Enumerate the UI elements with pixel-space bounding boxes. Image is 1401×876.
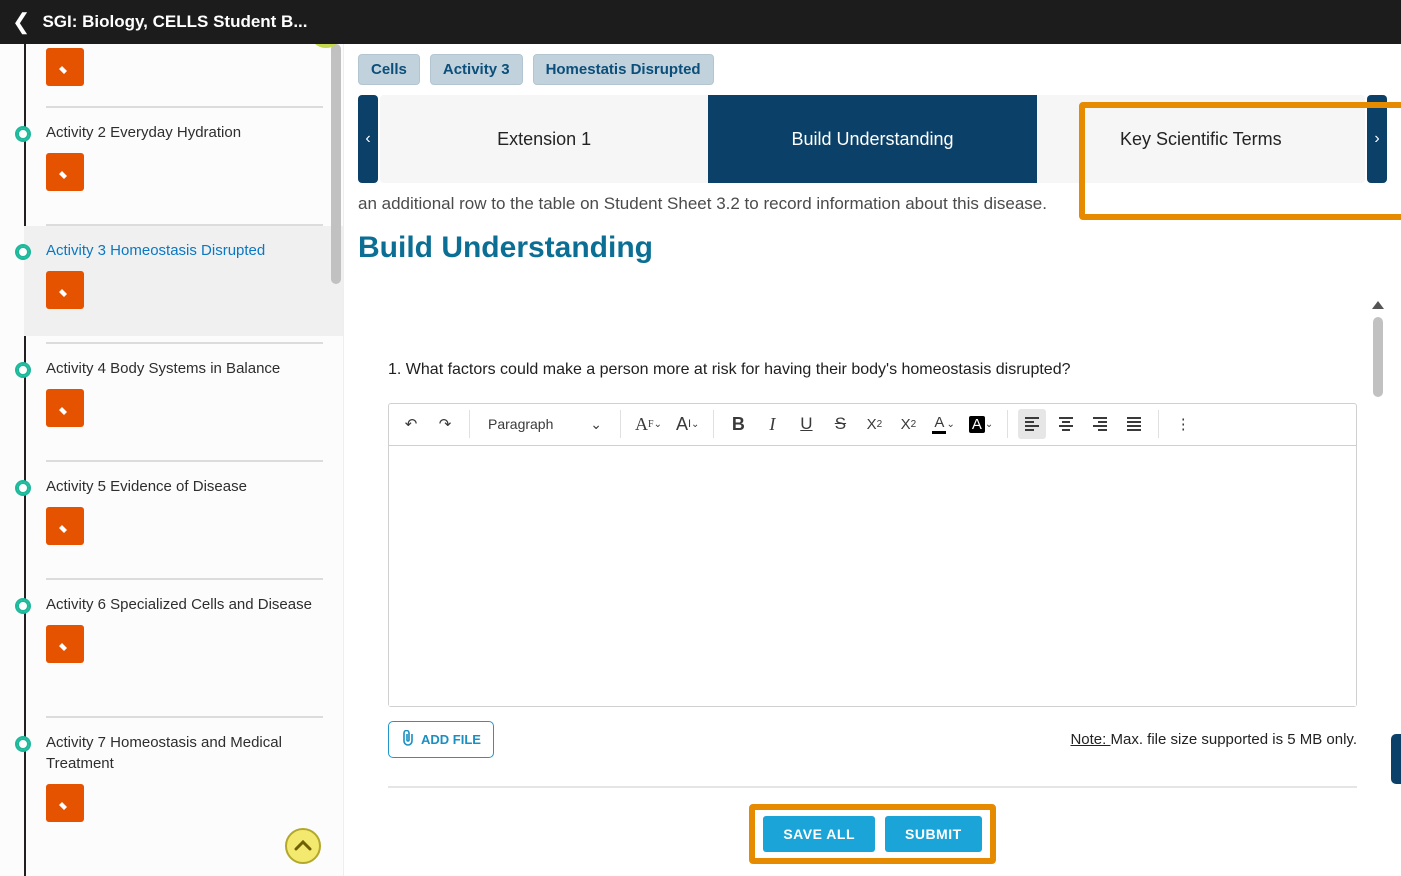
font-size-icon[interactable]: AI ⌄ (672, 409, 703, 439)
align-justify-icon[interactable] (1120, 409, 1148, 439)
activity-icon (46, 389, 84, 427)
bold-icon[interactable]: B (724, 409, 752, 439)
activity-icon (46, 784, 84, 822)
section-heading: Build Understanding (358, 231, 1387, 265)
activity-icon (46, 271, 84, 309)
paragraph-style-select[interactable]: Paragraph ⌄ (480, 409, 610, 439)
panel-scrollbar[interactable] (1369, 301, 1387, 754)
font-family-icon[interactable]: AF ⌄ (631, 409, 666, 439)
rich-text-editor: ↶ ↷ Paragraph ⌄ AF ⌄ AI ⌄ B I U (388, 403, 1357, 707)
paragraph-label: Paragraph (488, 416, 553, 432)
highlight-color-icon[interactable]: A ⌄ (965, 409, 997, 439)
submit-button[interactable]: SUBMIT (885, 816, 982, 852)
sidebar-item-label: Activity 6 Specialized Cells and Disease (46, 594, 323, 615)
activity-icon (46, 625, 84, 663)
sidebar-item-label: Activity 7 Homeostasis and Medical Treat… (46, 732, 323, 774)
align-center-icon[interactable] (1052, 409, 1080, 439)
app-header: ❮ SGI: Biology, CELLS Student B... (0, 0, 1401, 44)
intro-text: an additional row to the table on Studen… (358, 183, 1387, 231)
activity-icon (46, 153, 84, 191)
align-left-icon[interactable] (1018, 409, 1046, 439)
question-panel: 1. What factors could make a person more… (358, 281, 1387, 876)
file-size-note: Note: Max. file size supported is 5 MB o… (1070, 731, 1357, 748)
main-content: Cells Activity 3 Homestatis Disrupted ‹ … (344, 44, 1401, 876)
timeline-node-icon (15, 362, 31, 378)
scroll-up-arrow-icon[interactable] (1372, 301, 1384, 309)
timeline-node-icon (15, 736, 31, 752)
timeline-node-icon (15, 598, 31, 614)
strikethrough-icon[interactable]: S (826, 409, 854, 439)
breadcrumb-homeostasis[interactable]: Homestatis Disrupted (533, 54, 714, 85)
subscript-icon[interactable]: X2 (860, 409, 888, 439)
scroll-to-top-button[interactable] (285, 828, 321, 864)
sidebar-scrollbar[interactable] (329, 44, 343, 876)
add-file-label: ADD FILE (421, 732, 481, 747)
tab-build-understanding[interactable]: Build Understanding (708, 95, 1036, 183)
chevron-down-icon: ⌄ (590, 416, 602, 433)
panel-scrollbar-thumb[interactable] (1373, 317, 1383, 397)
italic-icon[interactable]: I (758, 409, 786, 439)
sidebar: Activity 2 Everyday Hydration Activity 3… (0, 44, 344, 876)
note-text: Max. file size supported is 5 MB only. (1111, 731, 1358, 748)
back-icon[interactable]: ❮ (12, 9, 30, 35)
sidebar-item-partial[interactable] (24, 44, 343, 100)
align-right-icon[interactable] (1086, 409, 1114, 439)
tab-extension-1[interactable]: Extension 1 (380, 95, 708, 183)
undo-icon[interactable]: ↶ (397, 409, 425, 439)
sidebar-item-activity-3[interactable]: Activity 3 Homeostasis Disrupted (24, 226, 343, 336)
right-drawer-handle[interactable] (1391, 734, 1401, 784)
tab-key-scientific-terms[interactable]: Key Scientific Terms (1037, 95, 1365, 183)
sidebar-item-activity-6[interactable]: Activity 6 Specialized Cells and Disease (24, 580, 343, 710)
question-text: 1. What factors could make a person more… (388, 361, 1357, 379)
breadcrumb-activity-3[interactable]: Activity 3 (430, 54, 523, 85)
app-title: SGI: Biology, CELLS Student B... (42, 12, 307, 32)
sidebar-item-activity-7[interactable]: Activity 7 Homeostasis and Medical Treat… (24, 718, 343, 836)
redo-icon[interactable]: ↷ (431, 409, 459, 439)
sidebar-item-label: Activity 3 Homeostasis Disrupted (46, 240, 323, 261)
breadcrumb: Cells Activity 3 Homestatis Disrupted (344, 44, 1401, 95)
activity-icon (46, 507, 84, 545)
tabs-next-button[interactable]: › (1367, 95, 1387, 183)
save-all-button[interactable]: SAVE ALL (763, 816, 875, 852)
sidebar-item-label: Activity 2 Everyday Hydration (46, 122, 323, 143)
note-label: Note: (1070, 731, 1110, 748)
sidebar-item-activity-5[interactable]: Activity 5 Evidence of Disease (24, 462, 343, 572)
timeline-node-icon (15, 244, 31, 260)
sidebar-item-label: Activity 5 Evidence of Disease (46, 476, 323, 497)
underline-icon[interactable]: U (792, 409, 820, 439)
breadcrumb-cells[interactable]: Cells (358, 54, 420, 85)
sidebar-item-activity-4[interactable]: Activity 4 Body Systems in Balance (24, 344, 343, 454)
timeline-node-icon (15, 126, 31, 142)
sidebar-item-label: Activity 4 Body Systems in Balance (46, 358, 323, 379)
paperclip-icon (401, 730, 415, 749)
tabs-prev-button[interactable]: ‹ (358, 95, 378, 183)
more-options-icon[interactable]: ⋮ (1169, 409, 1197, 439)
text-color-icon[interactable]: A ⌄ (928, 409, 958, 439)
add-file-button[interactable]: ADD FILE (388, 721, 494, 758)
timeline-node-icon (15, 480, 31, 496)
editor-toolbar: ↶ ↷ Paragraph ⌄ AF ⌄ AI ⌄ B I U (389, 404, 1356, 446)
activity-icon (46, 48, 84, 86)
action-buttons-highlight: SAVE ALL SUBMIT (749, 804, 995, 864)
sidebar-item-activity-2[interactable]: Activity 2 Everyday Hydration (24, 108, 343, 218)
scrollbar-thumb[interactable] (331, 44, 341, 284)
superscript-icon[interactable]: X2 (894, 409, 922, 439)
editor-textarea[interactable] (389, 446, 1356, 706)
